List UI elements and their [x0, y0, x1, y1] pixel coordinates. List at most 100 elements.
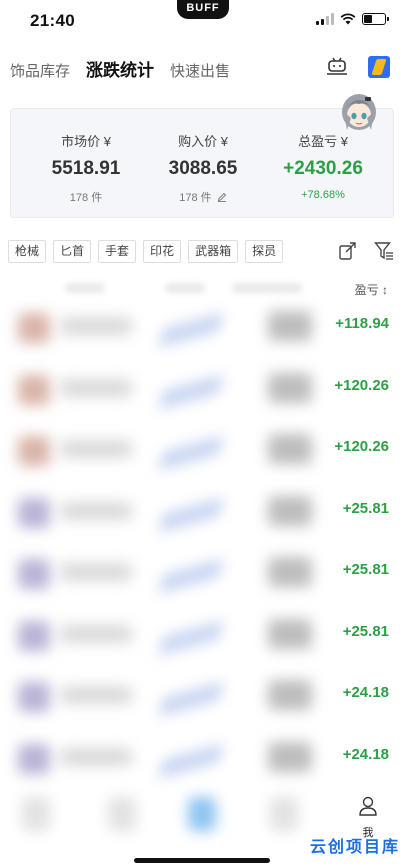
item-name-blurred — [60, 440, 132, 458]
list-item[interactable]: +118.94 — [0, 295, 404, 357]
total-profit-percent: +78.68% — [301, 189, 345, 201]
item-thumbnail — [18, 374, 50, 405]
user-icon — [359, 796, 377, 816]
item-name-blurred — [60, 747, 132, 766]
item-price-blurred — [268, 372, 312, 403]
buff-brand-icon[interactable] — [368, 56, 390, 78]
item-name-blurred — [60, 501, 132, 520]
list-item[interactable]: +24.18 — [0, 664, 404, 726]
tab-2[interactable]: 快速出售 — [170, 60, 230, 81]
list-tools — [338, 241, 394, 261]
dynamic-island: BUFF — [177, 0, 229, 19]
trend-sparkline-blurred — [160, 681, 222, 717]
robot-icon[interactable] — [326, 57, 348, 77]
price-column-header — [232, 283, 302, 293]
list-item[interactable]: +25.81 — [0, 541, 404, 603]
market-count: 178 件 — [69, 192, 103, 204]
item-price-blurred — [268, 557, 312, 587]
purchase-count: 178 件 — [179, 192, 212, 204]
bottom-nav: 我 云创项目库 — [0, 785, 404, 867]
category-chip[interactable]: 武器箱 — [188, 240, 239, 263]
total-profit-stat: 总盈亏 ¥ +2430.26 +78.68% — [263, 131, 383, 201]
item-profit: +25.81 — [342, 622, 389, 640]
summary-card: 市场价 ¥ 5518.91 178 件 购入价 ¥ 3088.65 178 件 … — [10, 108, 394, 218]
purchase-price-label: 购入价 ¥ — [178, 134, 228, 149]
item-profit: +120.26 — [334, 438, 389, 455]
cellular-signal-icon — [316, 13, 334, 25]
item-thumbnail — [18, 559, 50, 589]
status-bar: 21:40 BUFF — [0, 0, 404, 44]
item-profit: +118.94 — [335, 315, 389, 332]
trend-sparkline-blurred — [160, 312, 222, 348]
item-price-blurred — [268, 311, 312, 341]
nav-item-blurred[interactable] — [22, 797, 50, 831]
item-thumbnail — [18, 313, 50, 343]
trend-column-header — [165, 283, 205, 293]
item-thumbnail — [18, 497, 50, 528]
list-item[interactable]: +25.81 — [0, 480, 404, 542]
category-chip[interactable]: 手套 — [98, 240, 137, 263]
status-time: 21:40 — [30, 11, 75, 30]
item-thumbnail — [18, 743, 50, 774]
item-name-blurred — [60, 624, 132, 643]
item-name-blurred — [60, 563, 132, 581]
list-column-header: 盈亏 ↕ — [0, 281, 404, 297]
category-chips: 枪械 匕首 手套 印花 武器箱 探员 — [8, 240, 284, 263]
trend-sparkline-blurred — [160, 620, 222, 655]
header-icons — [326, 56, 390, 78]
category-chip[interactable]: 匕首 — [53, 240, 92, 263]
item-thumbnail — [18, 620, 50, 651]
filter-icon[interactable] — [374, 241, 394, 261]
item-thumbnail — [18, 682, 50, 712]
item-name-blurred — [60, 686, 132, 704]
trend-sparkline-blurred — [160, 374, 222, 409]
item-list: +118.94 +120.26 +120.26 +25.81 +25.81 +25.81 +… — [0, 295, 404, 787]
top-tabs: 饰品库存 涨跌统计 快速出售 — [10, 56, 230, 81]
nav-item-blurred-active[interactable] — [188, 797, 216, 831]
list-item[interactable]: +120.26 — [0, 357, 404, 419]
trend-sparkline-blurred — [160, 743, 222, 778]
list-item[interactable]: +24.18 — [0, 726, 404, 788]
name-column-header — [65, 283, 105, 293]
trend-sparkline-blurred — [160, 497, 222, 532]
trend-sparkline-blurred — [160, 558, 222, 594]
item-name-blurred — [60, 378, 132, 397]
purchase-price-value: 3088.65 — [168, 158, 238, 179]
battery-icon — [362, 13, 389, 25]
item-price-blurred — [268, 434, 312, 464]
item-profit: +120.26 — [334, 376, 389, 394]
edit-pencil-icon[interactable] — [217, 192, 227, 202]
item-thumbnail — [18, 436, 50, 466]
mascot-avatar[interactable] — [338, 90, 380, 134]
item-price-blurred — [268, 495, 312, 526]
watermark: 云创项目库 — [309, 839, 400, 856]
purchase-price-stat: 购入价 ¥ 3088.65 178 件 — [143, 131, 263, 205]
nav-item-blurred[interactable] — [270, 797, 298, 831]
tab-1[interactable]: 涨跌统计 — [86, 56, 154, 81]
home-indicator[interactable] — [134, 858, 270, 863]
total-profit-value: +2430.26 — [283, 158, 363, 179]
purchase-count-row[interactable]: 178 件 — [143, 189, 263, 205]
item-price-blurred — [268, 680, 312, 710]
item-name-blurred — [60, 317, 132, 335]
category-chip[interactable]: 枪械 — [8, 240, 47, 263]
category-chip[interactable]: 探员 — [245, 240, 284, 263]
item-price-blurred — [268, 618, 312, 649]
market-price-label: 市场价 ¥ — [61, 134, 111, 149]
market-price-value: 5518.91 — [51, 158, 121, 179]
list-item[interactable]: +120.26 — [0, 418, 404, 480]
item-profit: +24.18 — [342, 684, 389, 701]
nav-item-blurred[interactable] — [108, 797, 136, 831]
tab-0[interactable]: 饰品库存 — [10, 60, 70, 81]
item-price-blurred — [268, 741, 312, 772]
list-item[interactable]: +25.81 — [0, 603, 404, 665]
wifi-icon — [340, 13, 356, 25]
item-profit: +25.81 — [342, 499, 389, 517]
item-profit: +24.18 — [342, 745, 389, 763]
trend-sparkline-blurred — [160, 435, 222, 471]
status-icons — [316, 13, 389, 25]
market-price-stat: 市场价 ¥ 5518.91 178 件 — [26, 131, 146, 205]
export-icon[interactable] — [338, 241, 358, 261]
item-profit: +25.81 — [342, 561, 389, 578]
category-chip[interactable]: 印花 — [143, 240, 182, 263]
